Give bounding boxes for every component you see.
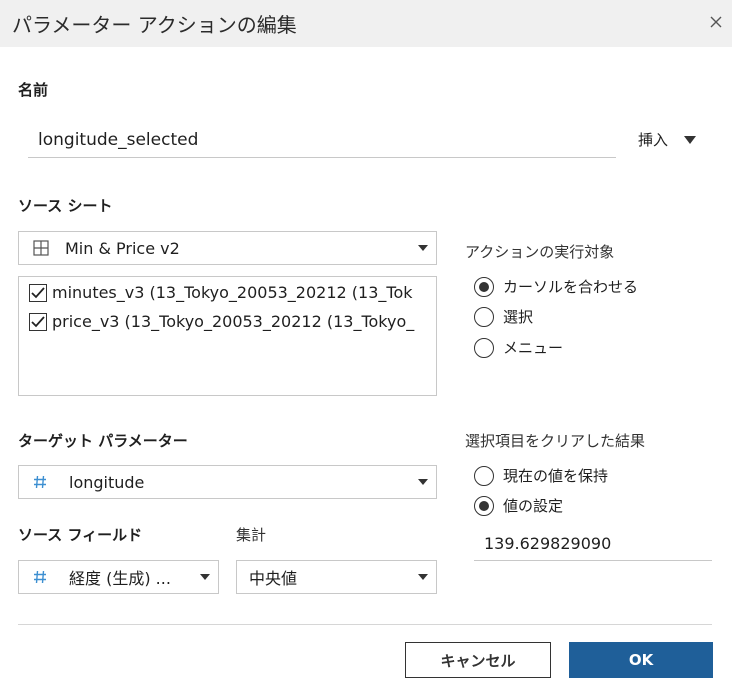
sheet-list[interactable]: minutes_v3 (13_Tokyo_20053_20212 (13_Tok… [18, 276, 437, 396]
target-parameter-value: longitude [69, 472, 145, 492]
radio-keep-value[interactable]: 現在の値を保持 [474, 465, 608, 486]
list-item-label: price_v3 (13_Tokyo_20053_20212 (13_Tokyo… [52, 312, 415, 331]
aggregation-dropdown[interactable]: 中央値 [236, 560, 437, 594]
radio-select[interactable]: 選択 [474, 306, 533, 327]
target-parameter-label: ターゲット パラメーター [18, 432, 188, 450]
checkbox[interactable] [29, 283, 47, 302]
radio-button[interactable] [474, 306, 494, 327]
aggregation-label: 集計 [236, 526, 267, 544]
radio-set-value[interactable]: 値の設定 [474, 495, 563, 516]
clear-value-input[interactable] [474, 527, 712, 561]
source-field-dropdown[interactable]: 経度 (生成) ... [18, 560, 219, 594]
clear-result-label: 選択項目をクリアした結果 [465, 432, 646, 450]
insert-label: 挿入 [638, 131, 669, 149]
cancel-button[interactable]: キャンセル [405, 642, 551, 678]
name-input[interactable] [28, 122, 616, 158]
chevron-down-icon [418, 574, 428, 580]
source-sheet-dropdown[interactable]: Min & Price v2 [18, 231, 437, 265]
radio-label: 値の設定 [503, 497, 564, 515]
hash-icon [33, 570, 47, 584]
radio-label: メニュー [503, 339, 564, 357]
run-action-label: アクションの実行対象 [465, 243, 615, 261]
grid-icon [33, 240, 49, 256]
checkbox[interactable] [29, 312, 47, 331]
chevron-down-icon [418, 245, 428, 251]
checkmark-icon [31, 315, 45, 327]
ok-button[interactable]: OK [569, 642, 713, 678]
radio-menu[interactable]: メニュー [474, 337, 563, 358]
radio-button[interactable] [474, 276, 494, 297]
radio-label: 現在の値を保持 [503, 467, 609, 485]
target-parameter-dropdown[interactable]: longitude [18, 465, 437, 499]
list-item[interactable]: price_v3 (13_Tokyo_20053_20212 (13_Tokyo… [19, 308, 436, 335]
footer-divider [18, 624, 712, 625]
chevron-down-icon [418, 479, 428, 485]
radio-label: 選択 [503, 308, 534, 326]
hash-icon [33, 475, 47, 489]
radio-hover[interactable]: カーソルを合わせる [474, 276, 638, 297]
radio-button[interactable] [474, 495, 494, 516]
source-sheet-label: ソース シート [18, 197, 113, 215]
name-label: 名前 [18, 81, 49, 99]
aggregation-value: 中央値 [249, 569, 298, 588]
close-icon [710, 16, 722, 28]
checkmark-icon [31, 286, 45, 298]
radio-button[interactable] [474, 465, 494, 486]
source-sheet-value: Min & Price v2 [65, 238, 180, 258]
list-item[interactable]: minutes_v3 (13_Tokyo_20053_20212 (13_Tok [19, 279, 436, 306]
caret-down-icon [684, 135, 697, 144]
radio-button[interactable] [474, 337, 494, 358]
chevron-down-icon [200, 574, 210, 580]
source-field-value: 経度 (生成) ... [69, 569, 171, 588]
close-button[interactable] [704, 10, 728, 34]
radio-label: カーソルを合わせる [503, 278, 639, 296]
source-field-label: ソース フィールド [18, 526, 143, 544]
dialog-title: パラメーター アクションの編集 [12, 13, 297, 37]
insert-dropdown[interactable]: 挿入 [638, 129, 697, 150]
dialog-titlebar: パラメーター アクションの編集 [0, 0, 732, 47]
list-item-label: minutes_v3 (13_Tokyo_20053_20212 (13_Tok [52, 283, 413, 302]
